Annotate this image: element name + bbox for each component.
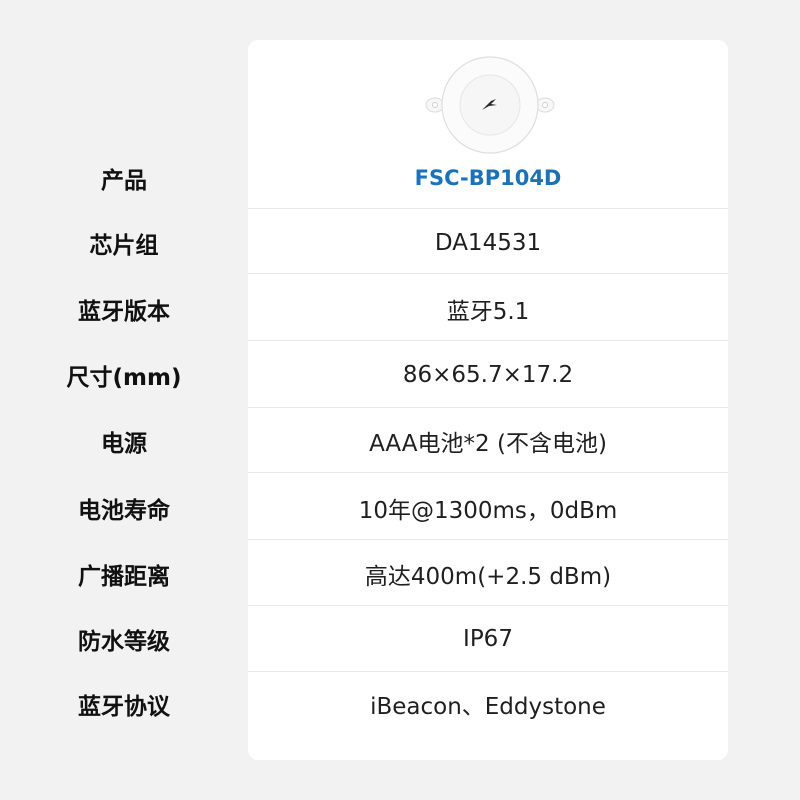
spec-label: 广播距离	[78, 563, 170, 590]
spec-label: 电池寿命	[78, 497, 170, 524]
divider	[248, 605, 728, 606]
spec-value: AAA电池*2 (不含电池)	[369, 430, 607, 457]
spec-value: 10年@1300ms，0dBm	[358, 497, 618, 524]
spec-value: IP67	[463, 625, 513, 652]
spec-row-product: 产品 FSC-BP104D	[0, 155, 800, 200]
spec-label: 蓝牙协议	[78, 693, 170, 720]
spec-label: 防水等级	[78, 628, 170, 655]
divider	[248, 407, 728, 408]
spec-row-waterproof: 防水等级 IP67	[0, 616, 800, 661]
spec-label: 产品	[101, 167, 147, 194]
spec-row-chipset: 芯片组 DA14531	[0, 220, 800, 265]
spec-value: 蓝牙5.1	[446, 298, 530, 325]
spec-label: 芯片组	[89, 232, 159, 259]
spec-row-dimensions: 尺寸(mm) 86×65.7×17.2	[0, 352, 800, 397]
bluetooth-beacon-device-icon	[425, 56, 555, 154]
spec-row-battery-life: 电池寿命 10年@1300ms，0dBm	[0, 485, 800, 530]
divider	[248, 273, 728, 274]
spec-row-bt-version: 蓝牙版本 蓝牙5.1	[0, 286, 800, 331]
spec-row-power: 电源 AAA电池*2 (不含电池)	[0, 418, 800, 463]
divider	[248, 340, 728, 341]
divider	[248, 539, 728, 540]
spec-row-broadcast-range: 广播距离 高达400m(+2.5 dBm)	[0, 551, 800, 596]
spec-value: 高达400m(+2.5 dBm)	[364, 563, 612, 590]
spec-label: 蓝牙版本	[78, 298, 170, 325]
divider	[248, 472, 728, 473]
spec-value: DA14531	[434, 229, 542, 256]
spec-value: iBeacon、Eddystone	[370, 693, 606, 720]
divider	[248, 671, 728, 672]
spec-row-protocol: 蓝牙协议 iBeacon、Eddystone	[0, 681, 800, 726]
spec-label: 电源	[101, 430, 147, 457]
spec-value-product: FSC-BP104D	[414, 165, 562, 190]
spec-label: 尺寸(mm)	[66, 364, 182, 391]
spec-value: 86×65.7×17.2	[402, 361, 574, 388]
divider	[248, 208, 728, 209]
